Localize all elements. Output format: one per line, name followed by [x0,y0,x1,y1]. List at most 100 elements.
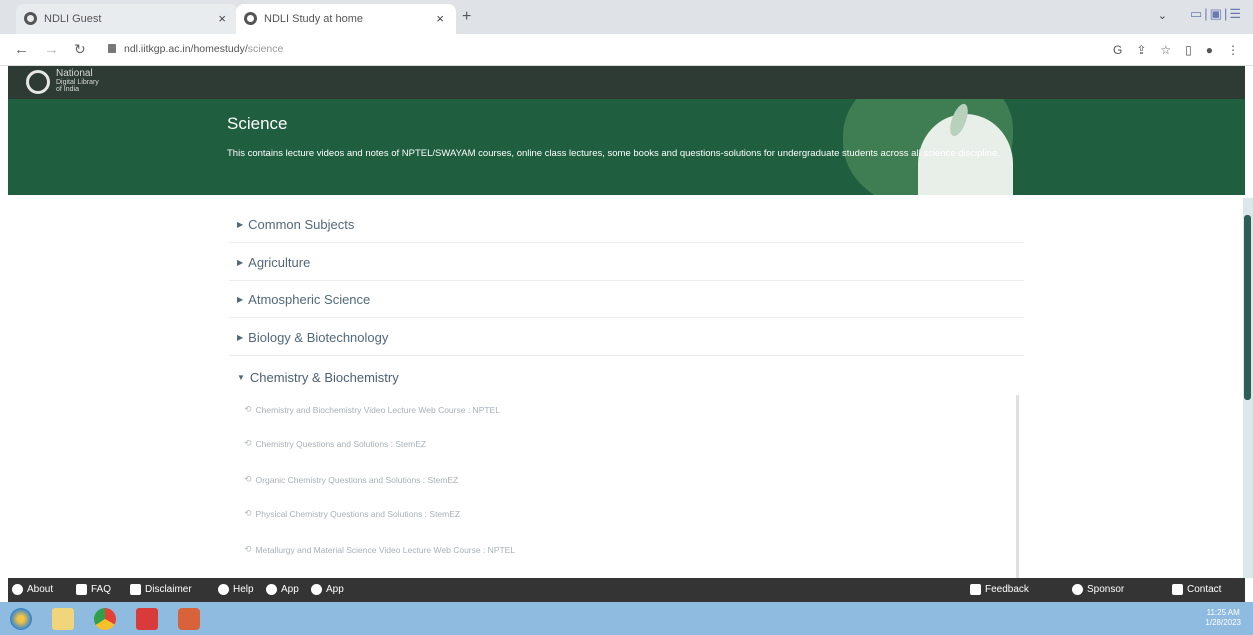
category-label: Agriculture [248,255,311,270]
link-icon: ⟲ [244,474,252,484]
clock-time: 11:25 AM [1206,608,1240,617]
page-description: This contains lecture videos and notes o… [227,148,1000,159]
help-icon [218,584,229,595]
bookmark-star-icon[interactable]: ☆ [1160,43,1171,57]
wps-office-icon[interactable] [132,606,162,632]
caret-down-icon: ▼ [237,372,245,382]
tab-title: NDLI Study at home [264,13,364,25]
scrollbar-thumb[interactable] [1244,215,1251,400]
share-icon[interactable]: ⇪ [1136,43,1146,57]
list-item-label: Chemistry and Biochemistry Video Lecture… [255,404,500,415]
site-logo-text[interactable]: National Digital Library of India [56,68,99,94]
logo-line-1: National [56,68,93,79]
tab-favicon-icon [244,12,257,25]
link-icon: ⟲ [244,438,252,448]
sublist-scrollbar[interactable] [1016,395,1019,581]
reload-icon[interactable]: ↻ [74,41,86,58]
url-path: science [247,43,284,55]
taskbar-clock[interactable]: 11:25 AM 1/28/2023 [1205,608,1241,628]
menu-kebab-icon[interactable]: ⋮ [1227,43,1239,57]
footer-contact-link[interactable]: Contact [1172,584,1221,595]
tab-search-chevron-icon[interactable]: ⌄ [1158,9,1167,22]
list-item-label: Physical Chemistry Questions and Solutio… [255,508,461,519]
list-item[interactable]: ⟲ Organic Chemistry Questions and Soluti… [244,474,458,485]
new-tab-button[interactable]: + [462,8,471,26]
footer-help-link[interactable]: Help [218,584,254,595]
link-icon: ⟲ [244,544,252,554]
chrome-icon[interactable] [90,606,120,632]
close-tab-icon[interactable]: × [218,11,226,26]
browser-tab-ndli-guest[interactable]: NDLI Guest × [16,4,238,34]
hero-banner: Science This contains lecture videos and… [8,99,1245,195]
list-item[interactable]: ⟲ Metallurgy and Material Science Video … [244,544,515,555]
close-tab-icon[interactable]: × [436,11,444,26]
os-taskbar: 11:25 AM 1/28/2023 [0,602,1253,635]
list-item-label: Chemistry Questions and Solutions : Stem… [255,438,427,449]
disclaimer-icon [130,584,141,595]
caret-right-icon: ▶ [237,258,244,267]
footer-about-label: About [27,584,54,595]
category-chemistry-biochemistry[interactable]: ▼ Chemistry & Biochemistry [229,359,1024,395]
logo-line-2: Digital Library [56,79,99,86]
footer-feedback-label: Feedback [985,584,1029,595]
footer-disclaimer-label: Disclaimer [145,584,192,595]
footer-disclaimer-link[interactable]: Disclaimer [130,584,192,595]
logo-line-3: of India [56,86,79,93]
list-item[interactable]: ⟲ Chemistry and Biochemistry Video Lectu… [244,404,500,415]
caret-right-icon: ▶ [237,333,244,342]
footer-help-label: Help [233,584,254,595]
category-atmospheric-science[interactable]: ▶ Atmospheric Science [229,282,1024,318]
sponsor-icon [1072,584,1083,595]
category-agriculture[interactable]: ▶ Agriculture [229,245,1024,281]
footer-faq-link[interactable]: FAQ [76,584,111,595]
profile-icon[interactable]: ● [1206,43,1213,57]
ndli-logo-icon[interactable] [26,70,50,94]
feedback-icon [970,584,981,595]
footer-sponsor-label: Sponsor [1087,584,1125,595]
sidepanel-icon[interactable]: ▯ [1185,43,1192,57]
forward-arrow-icon[interactable]: → [44,41,59,58]
category-label: Atmospheric Science [248,292,371,307]
category-biology-biotechnology[interactable]: ▶ Biology & Biotechnology [229,320,1024,356]
list-item-label: Organic Chemistry Questions and Solution… [255,474,459,485]
caret-right-icon: ▶ [237,220,244,229]
google-icon[interactable]: G [1113,43,1122,57]
url-host: ndl.iitkgp.ac.in/homestudy/ [124,43,248,55]
caret-right-icon: ▶ [237,295,244,304]
footer-feedback-link[interactable]: Feedback [970,584,1029,595]
browser-tab-bar: NDLI Guest × NDLI Study at home × + ⌄ ▭|… [0,0,1253,34]
site-footer: About FAQ Disclaimer Help App App Feedba… [8,578,1245,602]
footer-android-app-link[interactable]: App [266,584,299,595]
category-label: Biology & Biotechnology [248,330,389,345]
url-field[interactable]: ndl.iitkgp.ac.in/homestudy/science [108,43,283,55]
page-title: Science [227,114,288,133]
tab-favicon-icon [24,12,37,25]
clock-date: 1/28/2023 [1205,618,1241,627]
footer-about-link[interactable]: About [12,584,53,595]
footer-android-app-label: App [281,584,299,595]
footer-sponsor-link[interactable]: Sponsor [1072,584,1124,595]
footer-contact-label: Contact [1187,584,1222,595]
back-arrow-icon[interactable]: ← [14,41,29,58]
start-button[interactable] [6,606,36,632]
window-controls[interactable]: ▭|▣|☰ [1190,6,1243,22]
list-item[interactable]: ⟲ Chemistry Questions and Solutions : St… [244,438,426,449]
footer-ios-app-label: App [326,584,344,595]
link-icon: ⟲ [244,404,252,414]
apple-icon [311,584,322,595]
list-item[interactable]: ⟲ Physical Chemistry Questions and Solut… [244,508,460,519]
category-common-subjects[interactable]: ▶ Common Subjects [229,207,1024,243]
address-bar-row: ← → ↻ ndl.iitkgp.ac.in/homestudy/science… [0,34,1253,66]
tab-title: NDLI Guest [44,13,102,25]
file-explorer-icon[interactable] [48,606,78,632]
browser-tab-study-at-home[interactable]: NDLI Study at home × [236,4,456,34]
footer-faq-label: FAQ [91,584,112,595]
category-label: Common Subjects [248,217,355,232]
footer-ios-app-link[interactable]: App [311,584,344,595]
browser-toolbar-icons: G ⇪ ☆ ▯ ● ⋮ [1113,43,1239,57]
chrome-canary-icon[interactable] [174,606,204,632]
site-header: National Digital Library of India [8,66,1245,99]
category-label: Chemistry & Biochemistry [249,369,399,385]
link-icon: ⟲ [244,508,252,518]
faq-icon [76,584,87,595]
